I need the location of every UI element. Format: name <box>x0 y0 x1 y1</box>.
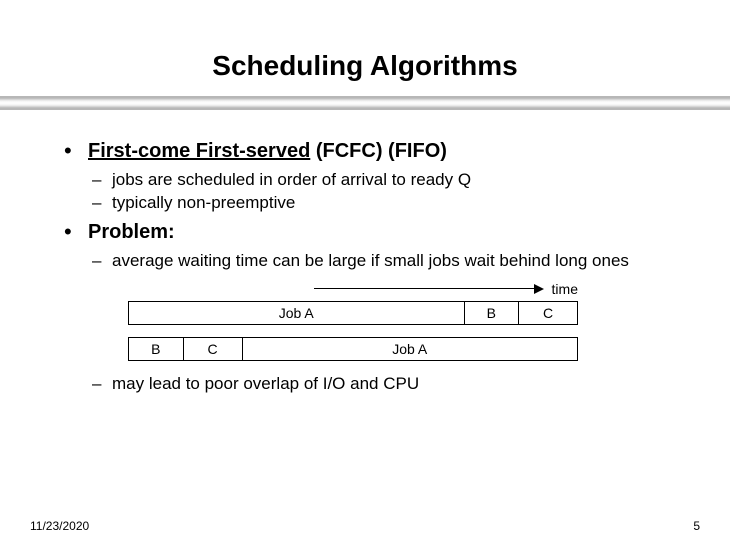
gantt-bar-2: B C Job A <box>128 337 578 361</box>
bullet-fcfs-rest: (FCFC) (FIFO) <box>310 140 447 162</box>
bullet-fcfs: First-come First-served (FCFC) (FIFO) jo… <box>60 140 680 215</box>
gantt-cell: C <box>184 338 243 360</box>
sub-bullet: may lead to poor overlap of I/O and CPU <box>88 373 680 396</box>
gantt-cell: C <box>519 302 577 324</box>
bullet-problem-label: Problem: <box>88 221 175 243</box>
sub-bullet: typically non-preemptive <box>88 192 680 215</box>
gantt-cell: B <box>465 302 520 324</box>
footer-date: 11/23/2020 <box>30 519 89 533</box>
time-axis: time <box>128 281 578 297</box>
slide-title: Scheduling Algorithms <box>0 50 730 82</box>
gantt-cell: B <box>129 338 184 360</box>
footer-page-number: 5 <box>693 519 700 533</box>
time-label: time <box>552 281 578 297</box>
slide: Scheduling Algorithms First-come First-s… <box>0 0 730 547</box>
content-area: First-come First-served (FCFC) (FIFO) jo… <box>0 140 730 396</box>
sub-bullet: jobs are scheduled in order of arrival t… <box>88 169 680 192</box>
arrow-icon <box>314 284 544 294</box>
gantt-diagram: time Job A B C B C Job A <box>128 281 578 361</box>
divider-band <box>0 96 730 110</box>
gantt-cell: Job A <box>243 338 578 360</box>
bullet-fcfs-underlined: First-come First-served <box>88 140 310 162</box>
gantt-cell: Job A <box>129 302 465 324</box>
gantt-bar-1: Job A B C <box>128 301 578 325</box>
bullet-problem: Problem: average waiting time can be lar… <box>60 221 680 396</box>
bullet-fcfs-label: First-come First-served (FCFC) (FIFO) <box>88 140 447 162</box>
sub-bullet: average waiting time can be large if sma… <box>88 250 680 273</box>
